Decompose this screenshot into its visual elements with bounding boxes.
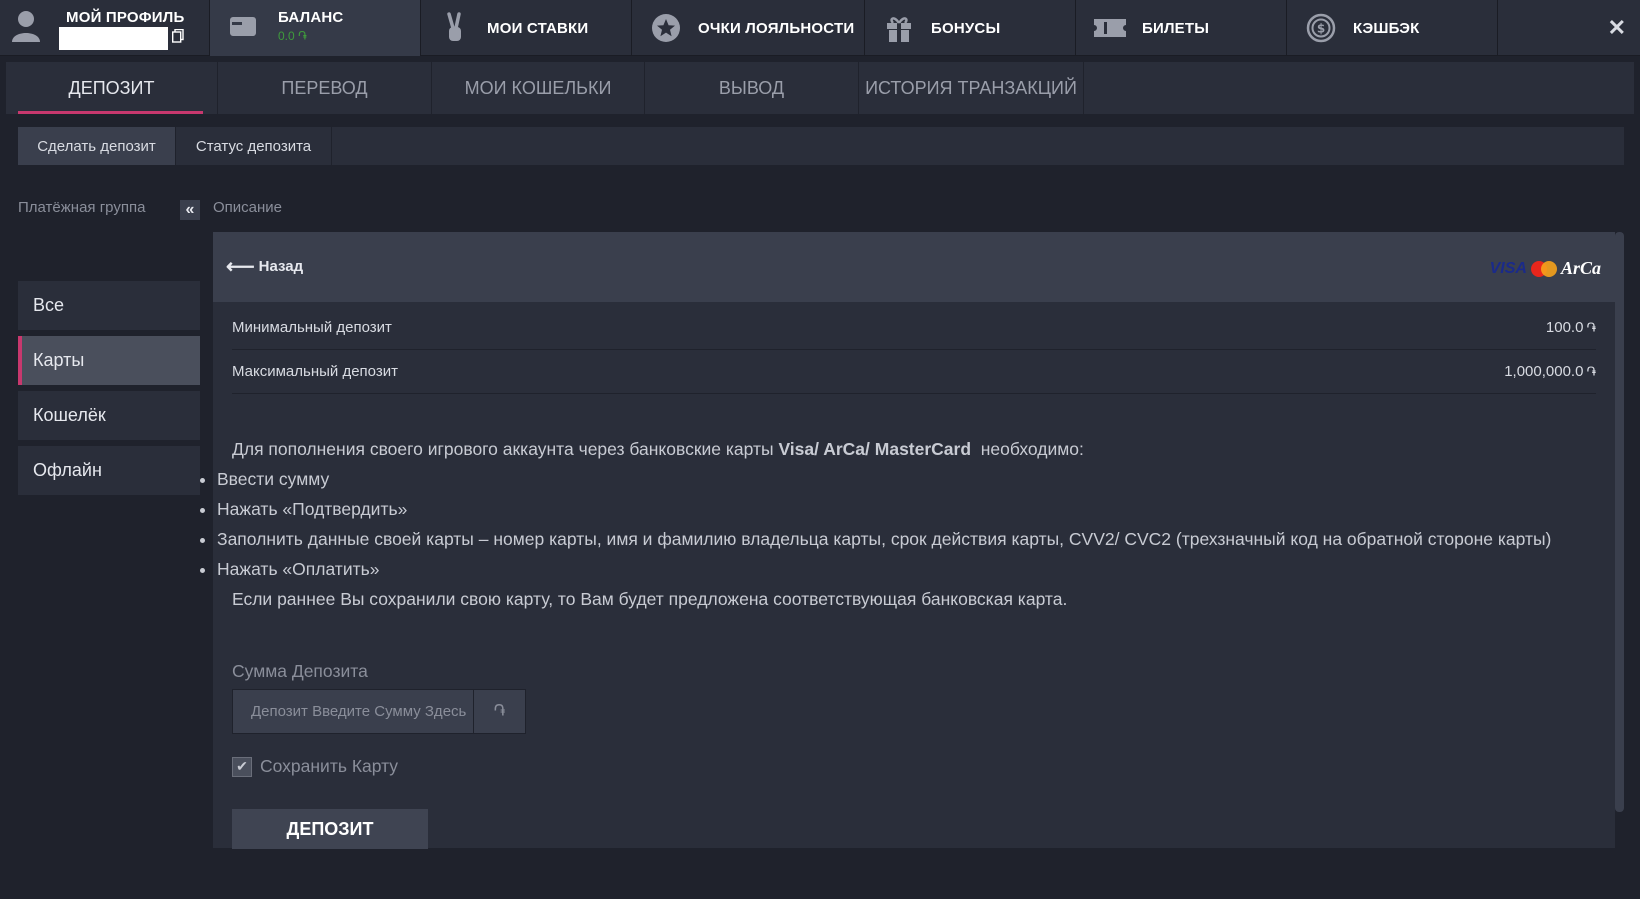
cashback-icon: $ <box>1301 8 1341 48</box>
balance-amount: 0.0 ֏ <box>278 29 307 43</box>
tab-transfer[interactable]: ПЕРЕВОД <box>218 62 432 114</box>
panel-scrollbar[interactable] <box>1615 232 1624 812</box>
nav-bonuses[interactable]: БОНУСЫ <box>865 0 1076 56</box>
nav-balance[interactable]: БАЛАНС 0.0 ֏ <box>210 0 421 56</box>
intro-text-end: необходимо: <box>971 439 1084 459</box>
gift-icon <box>879 8 919 48</box>
arrow-left-icon: ⟵ <box>226 255 255 278</box>
deposit-amount-field: ֏ <box>232 689 526 734</box>
svg-text:$: $ <box>1317 22 1325 36</box>
list-item: Нажать «Подтвердить» <box>217 494 1612 524</box>
dram-currency-icon: ֏ <box>473 690 525 733</box>
min-deposit-value: 100.0 <box>1545 319 1584 336</box>
close-icon: ✕ <box>1607 15 1626 40</box>
sidebar-item-offline[interactable]: Офлайн <box>18 446 200 495</box>
bonus-label: БОНУСЫ <box>931 19 1001 37</box>
list-item: Ввести сумму <box>217 464 1612 494</box>
description-title: Описание <box>213 199 283 216</box>
visa-logo: VISA <box>1489 259 1527 277</box>
list-item: Нажать «Оплатить» <box>217 554 1612 584</box>
save-card-checkbox[interactable]: ✔ Сохранить Карту <box>232 756 398 777</box>
mastercard-logo <box>1530 260 1557 278</box>
back-label: Назад <box>258 258 304 275</box>
nav-my-profile[interactable]: МОЙ ПРОФИЛЬ <box>0 0 210 56</box>
min-deposit-value-wrap: 100.0 ֏ <box>1546 319 1596 336</box>
arca-logo: ArCa <box>1560 258 1601 278</box>
bets-label: МОИ СТАВКИ <box>487 19 589 37</box>
deposit-button[interactable]: ДЕПОЗИТ <box>232 809 428 849</box>
nav-loyalty-points[interactable]: ОЧКИ ЛОЯЛЬНОСТИ <box>632 0 865 56</box>
profile-id-field <box>59 27 168 50</box>
payment-group-title: Платёжная группа <box>18 199 146 216</box>
payment-group-list: Все Карты Кошелёк Офлайн <box>18 281 200 501</box>
nav-tickets[interactable]: БИЛЕТЫ <box>1076 0 1287 56</box>
save-card-label: Сохранить Карту <box>260 756 399 776</box>
deposit-amount-input[interactable] <box>233 690 473 733</box>
list-item: Заполнить данные своей карты – номер кар… <box>217 524 1612 554</box>
tab-deposit[interactable]: ДЕПОЗИТ <box>6 62 218 114</box>
tickets-label: БИЛЕТЫ <box>1142 19 1210 37</box>
deposit-amount-label: Сумма Депозита <box>232 661 368 681</box>
max-deposit-label: Максимальный депозит <box>232 363 398 380</box>
checkmark-icon: ✔ <box>232 756 252 777</box>
user-icon <box>6 6 46 46</box>
subtab-deposit-status[interactable]: Статус депозита <box>176 127 332 165</box>
dram-currency-icon: ֏ <box>1586 319 1596 335</box>
main-tabs: ДЕПОЗИТ ПЕРЕВОД МОИ КОШЕЛЬКИ ВЫВОД ИСТОР… <box>6 62 1634 114</box>
intro-text: Для пополнения своего игрового аккаунта … <box>232 439 779 459</box>
close-button[interactable]: ✕ <box>1498 0 1640 56</box>
cashback-label: КЭШБЭК <box>1353 19 1420 37</box>
max-deposit-row: Максимальный депозит 1,000,000.0 ֏ <box>232 350 1596 394</box>
sub-tabs: Сделать депозит Статус депозита <box>18 127 1624 165</box>
tab-my-wallets[interactable]: МОИ КОШЕЛЬКИ <box>432 62 645 114</box>
top-navigation: МОЙ ПРОФИЛЬ БАЛАНС 0.0 ֏ МОИ СТАВКИ ОЧКИ… <box>0 0 1640 56</box>
intro-card-types: Visa/ ArCa/ MasterCard <box>778 439 972 459</box>
nav-my-bets[interactable]: МОИ СТАВКИ <box>421 0 632 56</box>
sidebar-item-all[interactable]: Все <box>18 281 200 330</box>
payment-logos: VISA ArCa <box>1490 258 1601 279</box>
deposit-instructions: Для пополнения своего игрового аккаунта … <box>217 434 1612 614</box>
double-chevron-left-icon: « <box>185 201 195 218</box>
profile-label: МОЙ ПРОФИЛЬ <box>66 9 185 26</box>
balance-label: БАЛАНС <box>278 9 344 26</box>
collapse-sidebar-button[interactable]: « <box>180 200 200 220</box>
tab-transaction-history[interactable]: ИСТОРИЯ ТРАНЗАКЦИЙ <box>859 62 1084 114</box>
max-deposit-value-wrap: 1,000,000.0 ֏ <box>1504 363 1596 380</box>
dram-currency-icon: ֏ <box>1586 363 1596 379</box>
subtab-make-deposit[interactable]: Сделать депозит <box>18 127 176 165</box>
loyalty-label: ОЧКИ ЛОЯЛЬНОСТИ <box>698 19 855 37</box>
ticket-icon <box>1090 8 1130 48</box>
panel-header: ⟵ Назад VISA ArCa <box>213 232 1615 302</box>
star-badge-icon <box>646 8 686 48</box>
min-deposit-row: Минимальный депозит 100.0 ֏ <box>232 306 1596 350</box>
copy-icon[interactable] <box>171 28 184 43</box>
min-deposit-label: Минимальный депозит <box>232 319 392 336</box>
instructions-intro: Для пополнения своего игрового аккаунта … <box>232 434 1612 464</box>
instructions-footer: Если раннее Вы сохранили свою карту, то … <box>232 589 1068 609</box>
sidebar-item-wallet[interactable]: Кошелёк <box>18 391 200 440</box>
victory-hand-icon <box>435 8 475 48</box>
nav-cashback[interactable]: $ КЭШБЭК <box>1287 0 1498 56</box>
back-button[interactable]: ⟵ Назад <box>226 255 304 278</box>
tab-withdraw[interactable]: ВЫВОД <box>645 62 859 114</box>
sidebar-item-cards[interactable]: Карты <box>18 336 200 385</box>
wallet-icon <box>224 6 264 46</box>
max-deposit-value: 1,000,000.0 <box>1504 363 1584 380</box>
instruction-steps: Ввести сумму Нажать «Подтвердить» Заполн… <box>217 464 1612 584</box>
